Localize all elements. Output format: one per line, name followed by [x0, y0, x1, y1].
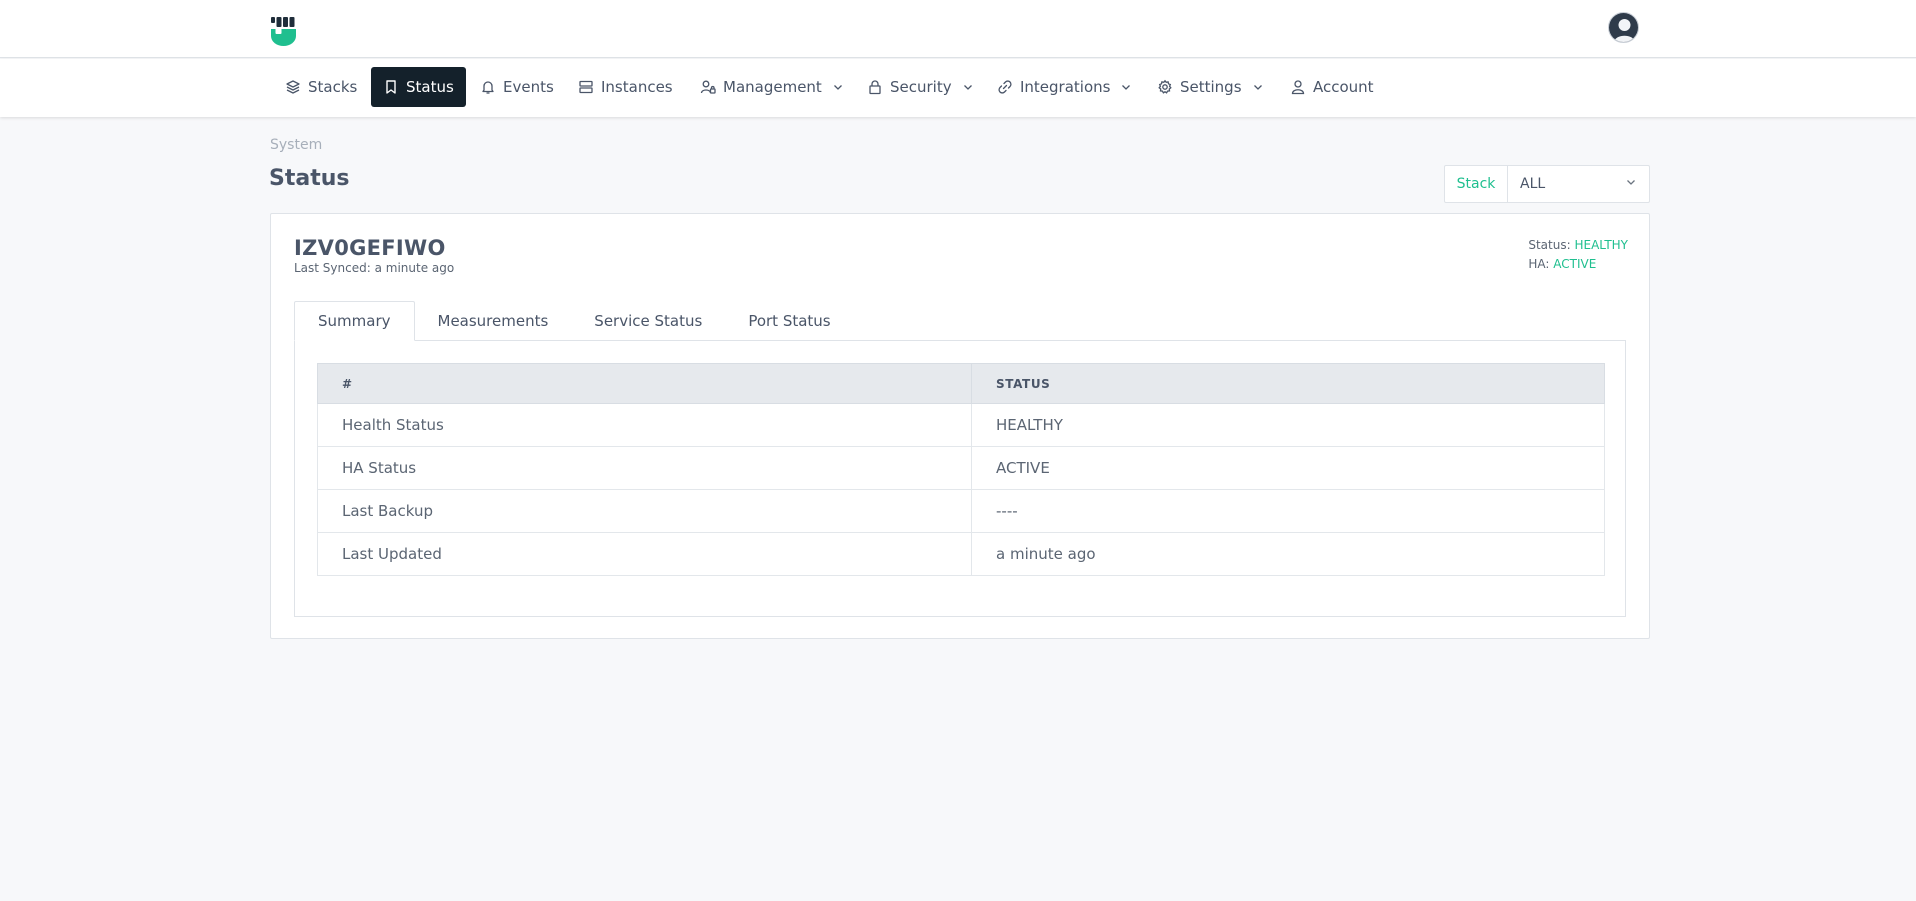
- stack-name: IZV0GEFIWO: [294, 236, 446, 260]
- tab-port-status[interactable]: Port Status: [725, 301, 853, 341]
- stack-filter[interactable]: Stack ALL: [1444, 165, 1650, 203]
- stack-filter-label: Stack: [1445, 166, 1508, 202]
- nav-item-management[interactable]: Management: [688, 67, 856, 107]
- tab-service-status[interactable]: Service Status: [571, 301, 725, 341]
- summary-panel: # STATUS Health Status HEALTHY HA Status…: [294, 340, 1626, 617]
- table-row: Last Updated a minute ago: [317, 532, 1605, 576]
- layers-icon: [285, 79, 301, 95]
- nav-item-settings[interactable]: Settings: [1145, 67, 1276, 107]
- column-header-status: STATUS: [971, 363, 1605, 404]
- summary-table: # STATUS Health Status HEALTHY HA Status…: [317, 363, 1605, 576]
- table-row: Health Status HEALTHY: [317, 403, 1605, 447]
- chevron-down-icon: [1120, 81, 1132, 93]
- link-icon: [997, 79, 1013, 95]
- breadcrumb[interactable]: System: [270, 137, 322, 153]
- row-value: HEALTHY: [971, 403, 1605, 447]
- lock-icon: [867, 79, 883, 95]
- nav-item-label: Management: [723, 78, 822, 96]
- tab-bar: Summary Measurements Service Status Port…: [294, 301, 854, 341]
- chevron-down-icon: [1625, 176, 1637, 192]
- top-bar: [0, 0, 1916, 58]
- row-label: Last Updated: [317, 532, 972, 576]
- last-synced: Last Synced: a minute ago: [294, 261, 455, 275]
- page-title: Status: [269, 166, 350, 191]
- chevron-down-icon: [1252, 81, 1264, 93]
- table-row: HA Status ACTIVE: [317, 446, 1605, 490]
- row-label: Last Backup: [317, 489, 972, 533]
- status-card: IZV0GEFIWO Last Synced: a minute ago Sta…: [270, 213, 1650, 639]
- table-row: Last Backup ----: [317, 489, 1605, 533]
- ha-status-label: HA:: [1528, 257, 1550, 271]
- server-icon: [578, 79, 594, 95]
- tab-measurements[interactable]: Measurements: [415, 301, 572, 341]
- logo-icon[interactable]: [269, 16, 299, 46]
- nav-item-label: Events: [503, 78, 554, 96]
- nav-item-instances[interactable]: Instances: [566, 67, 685, 107]
- bookmark-icon: [383, 79, 399, 95]
- nav-item-integrations[interactable]: Integrations: [985, 67, 1144, 107]
- nav-item-status[interactable]: Status: [371, 67, 466, 107]
- main-nav: Stacks Status Events Instances Managemen…: [0, 59, 1916, 117]
- nav-item-account[interactable]: Account: [1278, 67, 1386, 107]
- row-value: ----: [971, 489, 1605, 533]
- health-status-value: HEALTHY: [1574, 238, 1628, 252]
- stack-select[interactable]: ALL: [1508, 166, 1649, 202]
- ha-status-line: HA: ACTIVE: [1528, 255, 1628, 274]
- nav-item-label: Stacks: [308, 78, 358, 96]
- bell-icon: [480, 79, 496, 95]
- nav-item-security[interactable]: Security: [855, 67, 986, 107]
- nav-item-label: Integrations: [1020, 78, 1111, 96]
- nav-item-label: Account: [1313, 78, 1374, 96]
- user-icon: [1290, 79, 1306, 95]
- chevron-down-icon: [962, 81, 974, 93]
- tab-summary[interactable]: Summary: [294, 301, 415, 341]
- user-lock-icon: [700, 79, 716, 95]
- health-status-label: Status:: [1528, 238, 1571, 252]
- health-status-line: Status: HEALTHY: [1528, 236, 1628, 255]
- nav-item-label: Instances: [601, 78, 673, 96]
- row-label: Health Status: [317, 403, 972, 447]
- row-value: a minute ago: [971, 532, 1605, 576]
- row-value: ACTIVE: [971, 446, 1605, 490]
- chevron-down-icon: [832, 81, 844, 93]
- nav-item-label: Settings: [1180, 78, 1242, 96]
- nav-item-stacks[interactable]: Stacks: [273, 67, 369, 107]
- table-header-row: # STATUS: [317, 363, 1605, 404]
- nav-item-label: Security: [890, 78, 952, 96]
- ha-status-value: ACTIVE: [1553, 257, 1597, 271]
- nav-item-events[interactable]: Events: [468, 67, 566, 107]
- row-label: HA Status: [317, 446, 972, 490]
- nav-item-label: Status: [406, 78, 454, 96]
- column-header-number: #: [317, 363, 972, 404]
- status-summary: Status: HEALTHY HA: ACTIVE: [1528, 236, 1628, 274]
- gear-icon: [1157, 79, 1173, 95]
- avatar[interactable]: [1608, 12, 1639, 43]
- stack-select-value: ALL: [1520, 176, 1546, 192]
